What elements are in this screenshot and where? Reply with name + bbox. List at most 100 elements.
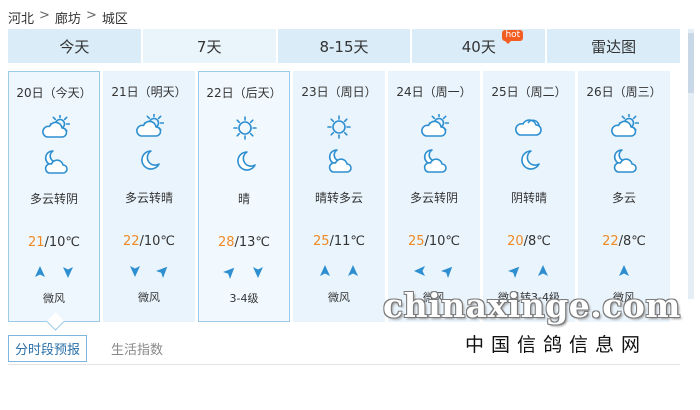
scrollbar[interactable] <box>688 29 694 299</box>
wind-level: 微风 <box>328 291 350 304</box>
bottom-tabs: 分时段预报 生活指数 <box>8 334 169 362</box>
day-date: 26日（周三） <box>586 85 662 99</box>
temperature: 20/8℃ <box>483 234 575 249</box>
moon-icon <box>134 147 164 175</box>
partly-cloudy-sun-icon <box>40 113 71 141</box>
wind-level: 微风 <box>138 291 160 304</box>
tab-hourly-forecast[interactable]: 分时段预报 <box>8 334 88 362</box>
wind-direction-icon <box>441 266 453 278</box>
partly-cloudy-moon-icon <box>40 148 70 176</box>
wind-direction-icon <box>35 266 45 277</box>
partly-cloudy-moon-icon <box>324 147 354 175</box>
day-date: 24日（周一） <box>396 85 472 99</box>
low-temperature: /10℃ <box>44 235 81 250</box>
wind-direction-icon <box>63 267 73 278</box>
high-temperature: 28 <box>217 235 235 250</box>
partly-cloudy-sun-icon <box>609 112 640 140</box>
tab-radar[interactable]: 雷达图 <box>547 29 680 63</box>
scrollbar-thumb[interactable] <box>688 33 694 93</box>
cloud-icon <box>514 114 544 140</box>
watermark-text: chinaxinge.com <box>383 286 681 325</box>
wind-direction-icon <box>348 265 358 276</box>
wind-directions <box>103 264 195 280</box>
day-card[interactable]: 23日（周日） 晴转多云 25/11℃ 微风 <box>293 71 385 322</box>
wind-level: 3-4级 <box>229 292 259 305</box>
high-temperature: 22 <box>602 234 619 249</box>
partly-cloudy-sun-icon <box>134 112 165 140</box>
breadcrumb-separator: > <box>39 8 50 23</box>
breadcrumb-province[interactable]: 河北 <box>8 8 34 27</box>
high-temperature: 25 <box>312 234 330 249</box>
hot-badge: hot <box>502 30 524 44</box>
tab-label: 8-15天 <box>319 37 369 56</box>
wind-direction-icon <box>223 267 235 279</box>
weather-description: 晴转多云 <box>314 191 363 205</box>
day-card[interactable]: 26日（周三） 多云 22/8℃ 微风 <box>578 71 670 322</box>
watermark-subtitle: 中国信鸽信息网 <box>465 334 648 356</box>
weather-description: 多云转阴 <box>29 192 78 206</box>
wind-direction-icon <box>508 266 520 278</box>
low-temperature: /11℃ <box>329 234 366 249</box>
tab-label: 40天 <box>461 37 496 56</box>
moon-icon <box>514 147 544 175</box>
day-card[interactable]: 24日（周一） 多云转阴 25/10℃ 微风 <box>388 71 480 322</box>
wind-direction-icon <box>253 267 263 278</box>
moon-icon <box>230 148 260 176</box>
day-card[interactable]: 25日（周二） 阴转晴 20/8℃ 微风转3-4级 <box>483 71 575 322</box>
wind-direction-icon <box>538 265 548 276</box>
low-temperature: /13℃ <box>234 235 271 250</box>
wind-direction-icon <box>619 265 629 276</box>
wind-direction-icon <box>414 266 425 276</box>
wind-direction-icon <box>156 266 168 278</box>
wind-direction-icon <box>320 265 330 276</box>
temperature: 25/10℃ <box>388 234 480 249</box>
tab-40-days[interactable]: 40天 hot <box>412 29 546 63</box>
weather-description: 多云转晴 <box>124 191 173 205</box>
weather-description: 阴转晴 <box>510 191 547 205</box>
wind-directions <box>578 264 670 280</box>
high-temperature: 22 <box>122 234 140 249</box>
weather-description: 多云 <box>611 191 636 205</box>
breadcrumb-separator: > <box>85 8 97 23</box>
divider <box>8 364 680 365</box>
low-temperature: /8℃ <box>618 234 646 249</box>
wind-directions <box>199 265 289 281</box>
day-date: 25日（周二） <box>491 85 567 99</box>
day-card[interactable]: 20日（今天） 多云转阴 21/10℃ 微风 <box>8 71 100 322</box>
tab-label: 雷达图 <box>591 37 637 56</box>
low-temperature: /10℃ <box>139 234 176 249</box>
sun-icon <box>230 115 260 141</box>
tab-8-15-days[interactable]: 8-15天 <box>277 29 411 63</box>
high-temperature: 21 <box>27 235 45 250</box>
wind-directions <box>483 264 575 280</box>
wind-level: 微风 <box>43 292 65 305</box>
day-date: 21日（明天） <box>111 85 187 99</box>
tab-label: 今天 <box>59 37 90 56</box>
partly-cloudy-moon-icon <box>419 147 449 175</box>
forecast-tabs: 今天 7天 8-15天 40天 hot 雷达图 <box>8 29 680 63</box>
day-date: 23日（周日） <box>301 85 377 99</box>
breadcrumb-district[interactable]: 城区 <box>102 8 128 27</box>
breadcrumb: 河北 > 廊坊 > 城区 <box>8 8 128 27</box>
temperature: 21/10℃ <box>9 235 99 250</box>
partly-cloudy-moon-icon <box>609 147 639 175</box>
high-temperature: 25 <box>407 234 425 249</box>
wind-directions <box>293 264 385 280</box>
day-card[interactable]: 22日（后天） 晴 28/13℃ 3-4级 <box>198 71 290 322</box>
day-card[interactable]: 21日（明天） 多云转晴 22/10℃ 微风 <box>103 71 195 322</box>
day-date: 20日（今天） <box>16 86 92 100</box>
seven-day-forecast: 20日（今天） 多云转阴 21/10℃ 微风 21日（明天） 多云转晴 22/1… <box>8 71 672 322</box>
wind-directions <box>9 265 99 281</box>
tab-today[interactable]: 今天 <box>8 29 141 63</box>
temperature: 22/10℃ <box>103 234 195 249</box>
tab-life-index[interactable]: 生活指数 <box>105 336 169 361</box>
partly-cloudy-sun-icon <box>419 112 450 140</box>
wind-directions <box>388 264 480 280</box>
wind-direction-icon <box>130 266 140 277</box>
tab-label: 7天 <box>196 37 222 56</box>
temperature: 22/8℃ <box>578 234 670 249</box>
tab-7-days[interactable]: 7天 <box>142 29 276 63</box>
low-temperature: /8℃ <box>523 234 551 249</box>
temperature: 25/11℃ <box>293 234 385 249</box>
breadcrumb-city[interactable]: 廊坊 <box>55 8 81 27</box>
